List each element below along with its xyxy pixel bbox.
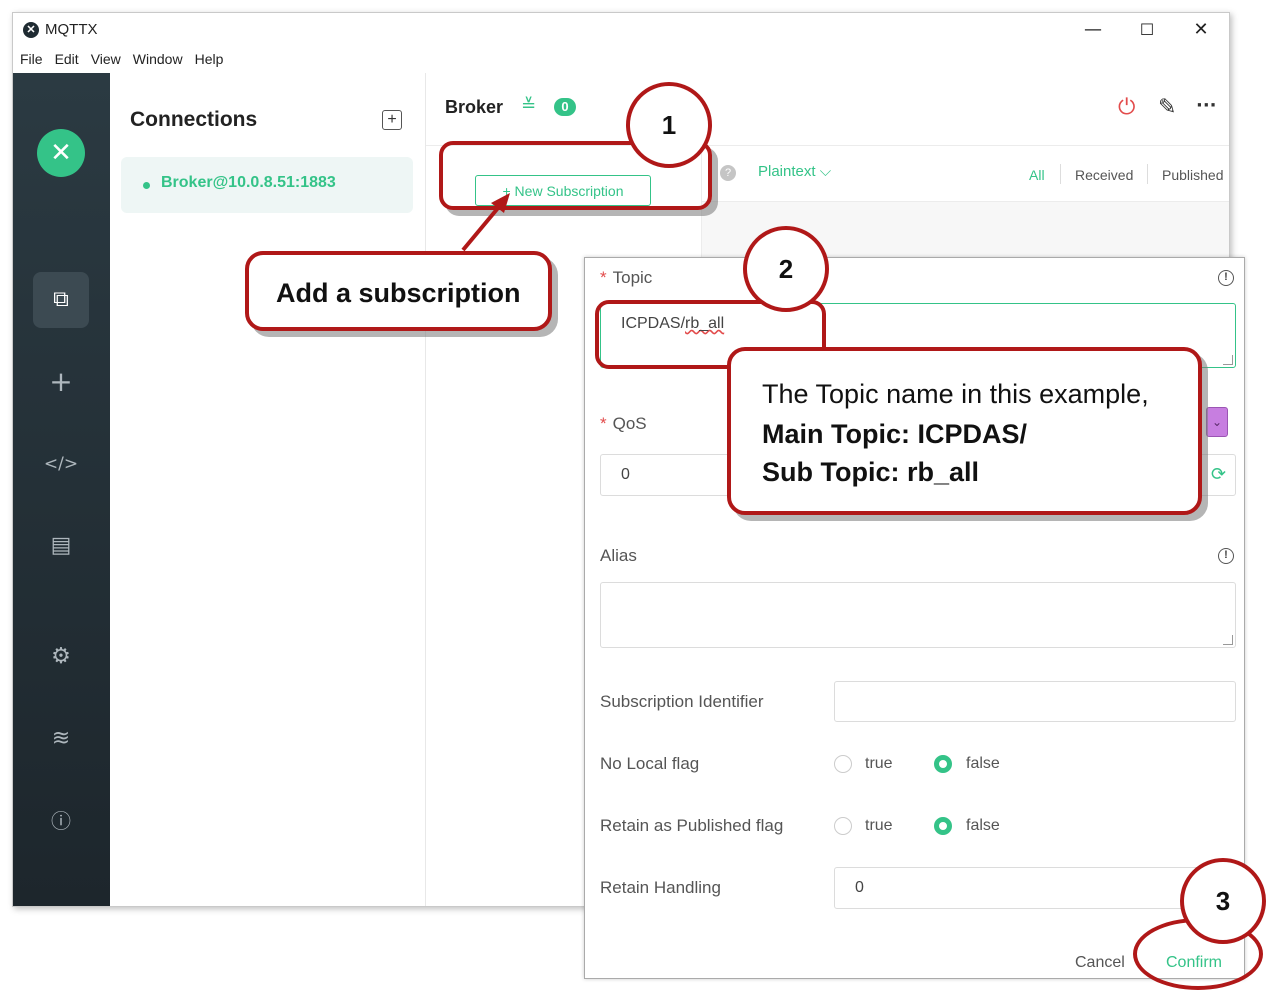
connection-label: Broker@10.0.8.51:1883 [161,174,336,191]
topic-label: * Topic [600,268,653,287]
topic-note-line2: Main Topic: ICPDAS/ [762,419,1028,449]
retain-as-published-label: Retain as Published flag [600,816,784,835]
help-icon[interactable]: ? [720,165,736,181]
no-local-false-label: false [966,755,1000,772]
maximize-button[interactable]: ☐ [1125,17,1169,43]
window-title: MQTTX [45,21,98,38]
topic-note-line1: The Topic name in this example, [762,379,1149,409]
feed-icon[interactable]: ≋ [33,711,89,767]
script-icon[interactable]: </> [33,436,89,492]
step2-marker: 2 [743,226,829,312]
retain-handling-label: Retain Handling [600,878,721,897]
resize-handle[interactable] [1223,635,1233,645]
disconnect-power-icon[interactable]: ⏻ [1118,95,1135,120]
connections-title: Connections [130,108,258,131]
no-local-false-radio[interactable] [934,755,952,773]
no-local-true-radio[interactable] [834,755,852,773]
retain-handling-select[interactable]: 0 [834,867,1236,909]
sidebar: ✕ ⧉ + </> ▤ ⚙ ≋ ⓘ [13,73,110,906]
no-local-true-label: true [865,755,893,772]
step1-marker: 1 [626,82,712,168]
menu-view[interactable]: View [84,51,126,73]
filter-divider [1147,164,1148,184]
collapse-chevron-icon[interactable]: ≚ [521,95,536,116]
subscription-identifier-input[interactable] [834,681,1236,722]
no-local-flag-label: No Local flag [600,754,700,773]
menu-window[interactable]: Window [126,51,188,73]
retain-pub-false-label: false [966,817,1000,834]
minimize-button[interactable]: — [1071,17,1115,43]
about-icon[interactable]: ⓘ [33,793,89,849]
title-bar: ✕ MQTTX — ☐ ✕ [13,13,1229,47]
message-toolbar: ? Plaintext ⌵ All Received Published [702,146,1229,202]
alias-info-icon[interactable]: ! [1218,548,1234,564]
new-connection-icon[interactable]: + [33,354,89,410]
mqttx-logo-icon: ✕ [37,129,85,177]
filter-divider [1060,164,1061,184]
add-subscription-callout: Add a subscription [245,251,552,331]
filter-all[interactable]: All [1029,167,1045,183]
refresh-color-icon[interactable]: ⟳ [1211,464,1226,485]
alias-label: Alias [600,546,637,565]
retain-pub-false-radio[interactable] [934,817,952,835]
payload-format-select[interactable]: Plaintext ⌵ [758,163,831,180]
connection-status-icon [143,182,150,189]
alias-field[interactable] [600,582,1236,648]
broker-name: Broker [445,97,504,117]
more-options-icon[interactable]: ··· [1196,95,1217,116]
menu-edit[interactable]: Edit [48,51,84,73]
menu-bar: File Edit View Window Help [13,51,228,73]
retain-pub-true-label: true [865,817,893,834]
edit-icon[interactable]: ✎ [1158,95,1176,120]
color-picker-dropdown[interactable]: ⌄ [1206,407,1228,437]
topic-info-icon[interactable]: ! [1218,270,1234,286]
log-icon[interactable]: ▤ [33,518,89,574]
close-button[interactable]: ✕ [1179,17,1223,43]
connections-icon[interactable]: ⧉ [33,272,89,328]
menu-file[interactable]: File [13,51,48,73]
cancel-button[interactable]: Cancel [1075,954,1125,972]
add-connection-icon[interactable]: + [382,110,402,130]
message-count-badge: 0 [554,98,576,116]
settings-icon[interactable]: ⚙ [33,629,89,685]
retain-pub-true-radio[interactable] [834,817,852,835]
step3-marker: 3 [1180,858,1266,944]
qos-label: * QoS [600,414,647,433]
subscription-identifier-label: Subscription Identifier [600,692,764,711]
filter-published[interactable]: Published [1162,167,1224,183]
broker-header: Broker ≚ 0 ⏻ ✎ ··· [426,73,1229,146]
add-subscription-text: Add a subscription [276,278,521,308]
connections-panel: Connections + Broker@10.0.8.51:1883 [110,73,426,906]
menu-help[interactable]: Help [188,51,229,73]
topic-note-callout: The Topic name in this example, Main Top… [727,347,1202,515]
topic-note-line3: Sub Topic: rb_all [762,457,980,487]
app-logo-icon: ✕ [23,22,39,38]
connection-item[interactable]: Broker@10.0.8.51:1883 [121,157,413,213]
resize-handle[interactable] [1223,355,1233,365]
filter-received[interactable]: Received [1075,167,1133,183]
